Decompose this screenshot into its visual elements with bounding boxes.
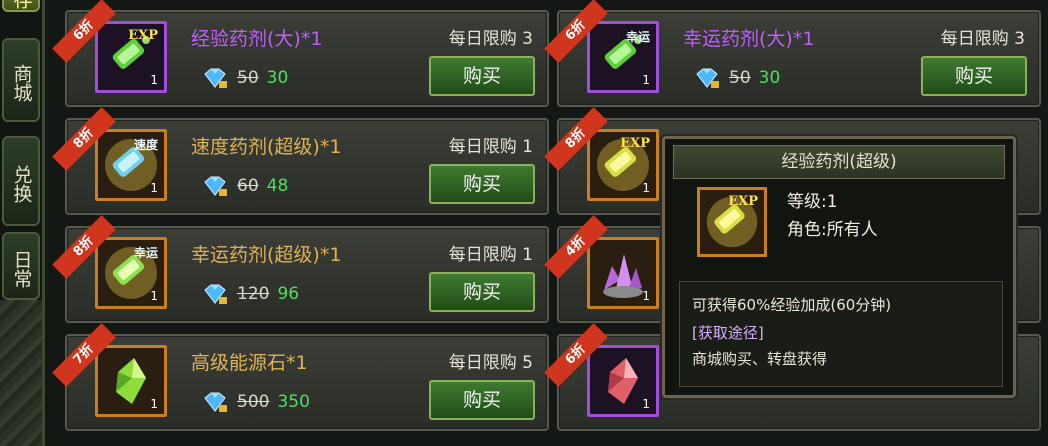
old-price: 60 [237, 176, 259, 196]
diamond-icon [201, 391, 229, 413]
diamond-icon [693, 67, 721, 89]
tooltip-role: 角色:所有人 [787, 220, 878, 240]
diamond-icon [201, 175, 229, 197]
tab-exchange[interactable]: 兑换 [2, 136, 40, 226]
daily-limit: 每日限购 1 [448, 245, 533, 265]
item-name: 幸运药剂(超级)*1 [191, 244, 342, 266]
tooltip-description: 可获得60%经验加成(60分钟) [获取途径] 商城购买、转盘获得 [679, 281, 1003, 387]
item-name: 幸运药剂(大)*1 [683, 28, 815, 50]
item-quantity: 1 [150, 289, 158, 303]
item-icon-energy-stone[interactable]: 1 [95, 345, 167, 417]
tooltip-item-icon: EXP [697, 187, 767, 257]
tooltip-source: 商城购买、转盘获得 [692, 350, 828, 368]
item-quantity: 1 [642, 289, 650, 303]
daily-limit: 每日限购 3 [940, 29, 1025, 49]
tooltip-source-title: [获取途径] [692, 324, 764, 342]
old-price: 120 [237, 284, 270, 304]
item-icon-exp-potion-super[interactable]: EXP 1 [587, 129, 659, 201]
daily-limit: 每日限购 3 [448, 29, 533, 49]
luck-tag: 幸运 [133, 246, 158, 260]
price: 500 350 [201, 391, 310, 413]
shop-item-card: 幸运 1 8折 幸运药剂(超级)*1 每日限购 1 120 96 购买 [52, 215, 549, 323]
item-quantity: 1 [150, 397, 158, 411]
buy-button[interactable]: 购买 [429, 56, 535, 96]
price: 50 30 [201, 67, 288, 89]
price: 50 30 [693, 67, 780, 89]
tab-mall[interactable]: 商城 [2, 38, 40, 122]
luck-tag: 幸运 [625, 30, 650, 44]
item-quantity: 1 [150, 181, 158, 195]
tooltip-level: 等级:1 [787, 192, 838, 212]
sidebar-decoration [0, 300, 42, 446]
daily-limit: 每日限购 5 [448, 353, 533, 373]
new-price: 48 [266, 176, 289, 196]
item-quantity: 1 [642, 73, 650, 87]
price: 120 96 [201, 283, 299, 305]
item-icon-crystal[interactable]: 1 [587, 237, 659, 309]
new-price: 30 [266, 68, 289, 88]
speed-tag: 速度 [133, 138, 158, 152]
buy-button[interactable]: 购买 [429, 164, 535, 204]
old-price: 500 [237, 392, 270, 412]
sidebar: 存 商城 兑换 日常 [0, 0, 42, 446]
shop-item-card: 幸运 1 6折 幸运药剂(大)*1 每日限购 3 50 30 购买 [544, 0, 1041, 107]
item-name: 高级能源石*1 [191, 352, 308, 374]
new-price: 96 [277, 284, 300, 304]
item-name: 经验药剂(大)*1 [191, 28, 323, 50]
item-quantity: 1 [150, 73, 158, 87]
exp-tag: EXP [620, 136, 650, 151]
buy-button[interactable]: 购买 [429, 380, 535, 420]
new-price: 350 [277, 392, 310, 412]
buy-button[interactable]: 购买 [921, 56, 1027, 96]
item-icon-speed-potion[interactable]: 速度 1 [95, 129, 167, 201]
daily-limit: 每日限购 1 [448, 137, 533, 157]
diamond-icon [201, 283, 229, 305]
exp-tag: EXP [728, 194, 758, 209]
tab-storage[interactable]: 存 [2, 0, 40, 12]
item-tooltip: 经验药剂(超级) EXP 等级:1 角色:所有人 可获得60%经验加成(60分钟… [662, 136, 1016, 398]
shop-item-card: 1 7折 高级能源石*1 每日限购 5 500 350 购买 [52, 323, 549, 431]
new-price: 30 [758, 68, 781, 88]
diamond-icon [201, 67, 229, 89]
exp-tag: EXP [128, 28, 158, 43]
tab-daily[interactable]: 日常 [2, 232, 40, 300]
old-price: 50 [729, 68, 751, 88]
tooltip-effect: 可获得60%经验加成(60分钟) [692, 296, 892, 314]
item-icon-luck-potion-super[interactable]: 幸运 1 [95, 237, 167, 309]
shop-item-card: EXP 1 6折 经验药剂(大)*1 每日限购 3 50 30 购买 [52, 0, 549, 107]
item-name: 速度药剂(超级)*1 [191, 136, 342, 158]
buy-button[interactable]: 购买 [429, 272, 535, 312]
item-quantity: 1 [642, 181, 650, 195]
tooltip-title: 经验药剂(超级) [673, 145, 1005, 179]
item-icon-red-stone[interactable]: 1 [587, 345, 659, 417]
price: 60 48 [201, 175, 288, 197]
shop-item-card: 速度 1 8折 速度药剂(超级)*1 每日限购 1 60 48 购买 [52, 107, 549, 215]
item-icon-luck-potion[interactable]: 幸运 1 [587, 21, 659, 93]
item-icon-exp-potion[interactable]: EXP 1 [95, 21, 167, 93]
item-quantity: 1 [642, 397, 650, 411]
old-price: 50 [237, 68, 259, 88]
